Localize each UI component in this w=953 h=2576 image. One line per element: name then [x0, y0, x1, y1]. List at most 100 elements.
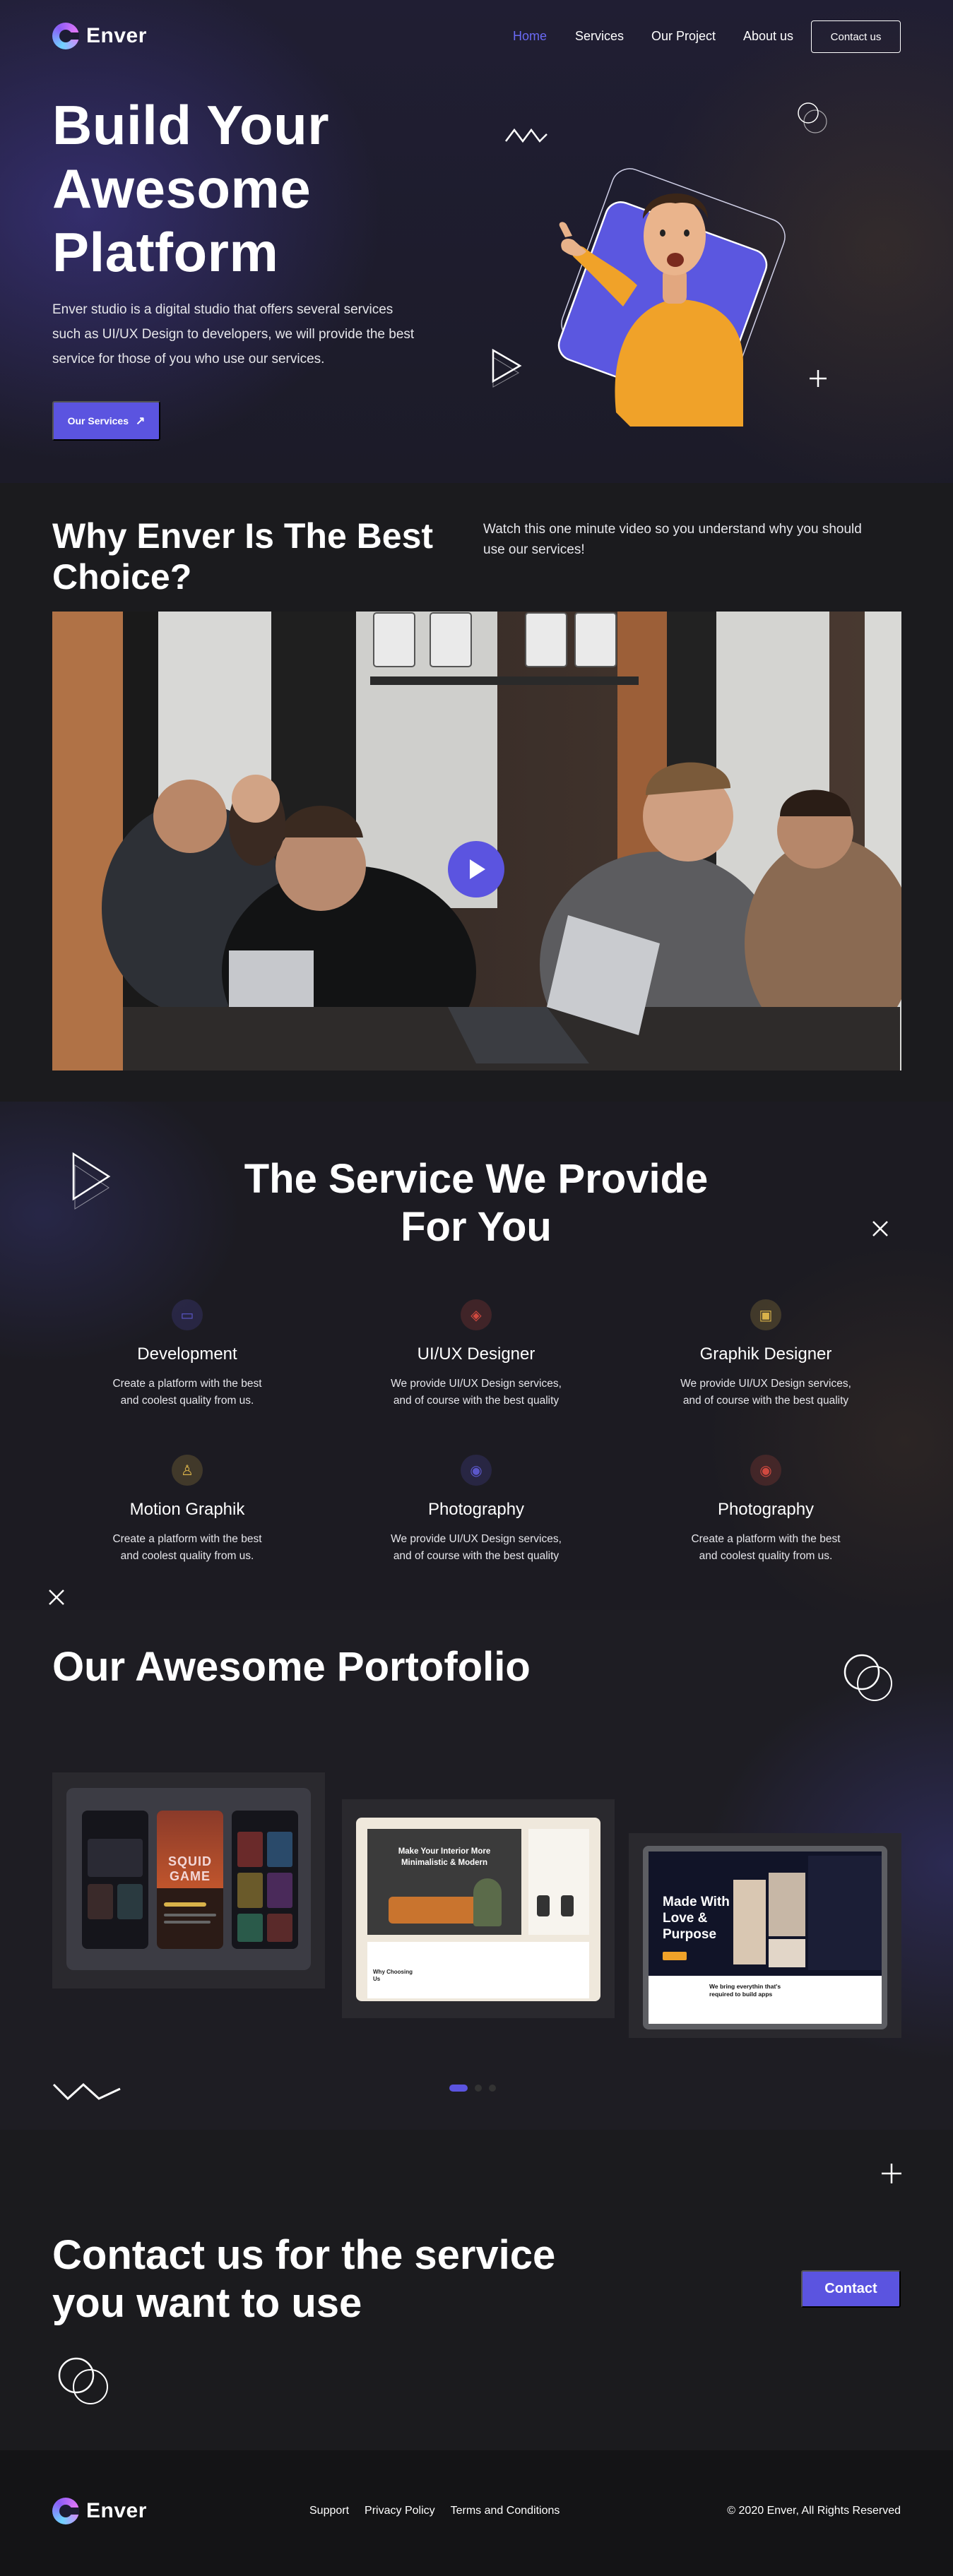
contact-button[interactable]: Contact — [801, 2270, 901, 2308]
nav-item-services[interactable]: Services — [575, 29, 624, 44]
plus-icon — [882, 2164, 901, 2183]
motion-icon: ♙ — [172, 1455, 203, 1486]
interior-headline-line: Make Your Interior More — [398, 1847, 491, 1856]
video-play-button[interactable] — [448, 841, 504, 898]
play-outline-icon — [72, 1152, 111, 1210]
carousel-dot-active[interactable] — [449, 2085, 468, 2092]
circles-icon — [58, 2357, 108, 2404]
why-title-line: Why Enver Is The Best — [52, 516, 434, 556]
movie-title: SQUID GAME — [167, 1854, 212, 1883]
camera-icon: ◉ — [750, 1455, 781, 1486]
service-description-line: and coolest quality from us. — [699, 1550, 833, 1562]
layers-icon: ◈ — [461, 1299, 492, 1330]
hero-title-line: Platform — [52, 221, 279, 283]
footer-link-privacy-policy[interactable]: Privacy Policy — [365, 2505, 435, 2517]
service-name: UI/UX Designer — [417, 1344, 535, 1364]
service-name: Photography — [427, 1500, 525, 1519]
service-card[interactable]: ▭ Development Create a platform with the b… — [46, 1299, 328, 1409]
hero-person-illustration — [557, 168, 786, 427]
hero-description: Enver studio is a digital studio that of… — [52, 297, 476, 371]
service-name: Development — [137, 1344, 237, 1364]
hero-title-line: Build Your — [52, 94, 330, 156]
play-icon — [470, 859, 485, 879]
agency-hero: Made With Love & Purpose We bring everyt… — [649, 1852, 882, 2024]
nav-item-about-us[interactable]: About us — [743, 29, 793, 44]
carousel-dot[interactable] — [475, 2085, 482, 2092]
footer-link-support[interactable]: Support — [309, 2505, 349, 2517]
why-subtitle-line: use our services! — [483, 542, 585, 557]
phone-mockup — [232, 1811, 298, 1949]
cross-icon — [49, 1590, 64, 1605]
service-description: We provide UI/UX Design services, and of … — [625, 1376, 907, 1409]
portfolio-card[interactable]: Make Your Interior More Minimalistic & M… — [342, 1799, 615, 2018]
service-description-line: We provide UI/UX Design services, — [391, 1378, 562, 1390]
interior-section-label: Why Choosing Us — [373, 1969, 413, 1982]
service-description-line: Create a platform with the best — [691, 1533, 841, 1545]
portfolio-title: Our Awesome Portofolio — [52, 1644, 531, 1690]
nav-item-our-project[interactable]: Our Project — [651, 29, 716, 44]
footer-link-terms[interactable]: Terms and Conditions — [451, 2505, 560, 2517]
service-description: Create a platform with the best and coole… — [46, 1531, 328, 1565]
hero-description-line: such as UI/UX Design to developers, we w… — [52, 327, 415, 342]
contact-title-line: you want to use — [52, 2280, 362, 2326]
contact-us-button[interactable]: Contact us — [811, 20, 901, 53]
hero-description-line: Enver studio is a digital studio that of… — [52, 302, 393, 317]
page: Enver Home Services Our Project About us… — [0, 0, 953, 2576]
logo-icon — [52, 2498, 79, 2524]
portfolio-card[interactable]: SQUID GAME — [52, 1772, 325, 1988]
portfolio-card[interactable]: Made With Love & Purpose We bring everyt… — [629, 1833, 901, 2038]
portfolio-mockup: Made With Love & Purpose We bring everyt… — [643, 1846, 887, 2029]
contact-title-line: Contact us for the service — [52, 2232, 556, 2278]
service-name: Graphik Designer — [699, 1344, 832, 1364]
service-description: We provide UI/UX Design services, and of … — [335, 1531, 617, 1565]
circles-icon — [844, 1654, 892, 1701]
video-player[interactable] — [52, 612, 901, 1071]
why-title: Why Enver Is The Best Choice? — [52, 515, 476, 597]
hero-description-line: service for those of you who use our ser… — [52, 352, 325, 366]
agency-tagline: We bring everythin that's required to bu… — [709, 1983, 781, 1998]
our-services-label: Our Services — [67, 415, 129, 427]
service-card[interactable]: ◉ Photography We provide UI/UX Design serv… — [335, 1455, 617, 1565]
service-name: Photography — [717, 1500, 815, 1519]
brand-logo[interactable]: Enver — [52, 23, 147, 49]
service-description-line: Create a platform with the best — [112, 1378, 262, 1390]
nav-item-home[interactable]: Home — [513, 29, 547, 44]
hero-title: Build Your Awesome Platform — [52, 93, 448, 284]
portfolio-mockup: Make Your Interior More Minimalistic & M… — [356, 1818, 600, 2001]
carousel-dot[interactable] — [489, 2085, 496, 2092]
service-description-line: and of course with the best quality — [393, 1550, 560, 1562]
service-description-line: and of course with the best quality — [682, 1395, 849, 1407]
service-card[interactable]: ◈ UI/UX Designer We provide UI/UX Design s… — [335, 1299, 617, 1409]
footer-logo[interactable]: Enver — [52, 2498, 147, 2524]
service-description-line: We provide UI/UX Design services, — [680, 1378, 851, 1390]
brand-name: Enver — [86, 2499, 147, 2522]
service-description-line: and of course with the best quality — [393, 1395, 560, 1407]
interior-headline: Make Your Interior More Minimalistic & M… — [367, 1846, 521, 1868]
portfolio-mockup: SQUID GAME — [66, 1788, 311, 1970]
camera-icon: ◉ — [461, 1455, 492, 1486]
service-description: Create a platform with the best and coole… — [625, 1531, 907, 1565]
service-card[interactable]: ♙ Motion Graphik Create a platform with th… — [46, 1455, 328, 1565]
circles-icon — [798, 102, 827, 133]
service-description-line: We provide UI/UX Design services, — [391, 1533, 562, 1545]
services-title: The Service We Provide For You — [194, 1155, 759, 1251]
image-icon: ▣ — [750, 1299, 781, 1330]
phone-mockup — [82, 1811, 148, 1949]
brand-name: Enver — [86, 24, 147, 47]
services-title-line: The Service We Provide — [244, 1156, 709, 1202]
service-card[interactable]: ◉ Photography Create a platform with the b… — [625, 1455, 907, 1565]
service-description: We provide UI/UX Design services, and of … — [335, 1376, 617, 1409]
our-services-button[interactable]: Our Services ↗ — [52, 401, 160, 441]
arrow-up-right-icon: ↗ — [135, 415, 146, 427]
copyright: © 2020 Enver, All Rights Reserved — [727, 2505, 901, 2517]
interior-hero: Make Your Interior More Minimalistic & M… — [367, 1829, 521, 1935]
cross-icon — [872, 1221, 888, 1236]
carousel-pagination — [449, 2085, 496, 2092]
service-description-line: and coolest quality from us. — [120, 1395, 254, 1407]
service-description: Create a platform with the best and coole… — [46, 1376, 328, 1409]
code-window-icon: ▭ — [172, 1299, 203, 1330]
interior-headline-line: Minimalistic & Modern — [401, 1859, 488, 1867]
service-card[interactable]: ▣ Graphik Designer We provide UI/UX Design… — [625, 1299, 907, 1409]
why-title-line: Choice? — [52, 557, 192, 597]
footer-links: Support Privacy Policy Terms and Conditi… — [309, 2505, 560, 2517]
